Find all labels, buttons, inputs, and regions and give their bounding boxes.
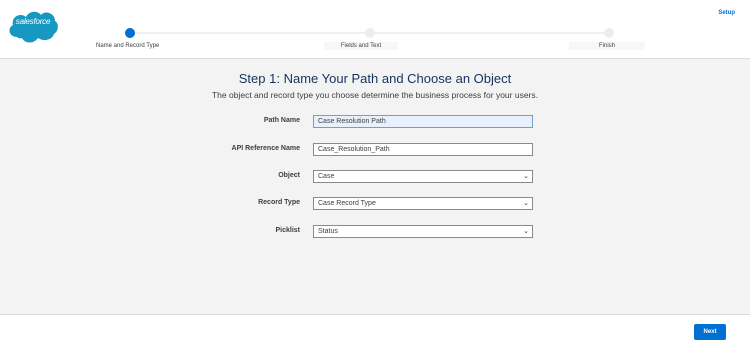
logo-text: salesforce bbox=[15, 17, 51, 26]
record-type-select-value: Case Record Type bbox=[318, 200, 376, 207]
step-2-label: Fields and Text bbox=[324, 42, 398, 50]
step-2-dot[interactable] bbox=[365, 28, 375, 38]
chevron-down-icon: ⌄ bbox=[523, 200, 529, 207]
path-name-input[interactable]: Case Resolution Path bbox=[313, 115, 533, 128]
progress-track bbox=[375, 32, 605, 34]
object-label: Object bbox=[278, 172, 300, 179]
header: salesforce Setup Name and Record Type Fi… bbox=[0, 0, 750, 59]
object-select[interactable]: Case ⌄ bbox=[313, 170, 533, 183]
next-button[interactable]: Next bbox=[694, 324, 726, 340]
setup-link[interactable]: Setup bbox=[718, 10, 735, 16]
footer: Next bbox=[0, 314, 750, 351]
step-3-dot[interactable] bbox=[604, 28, 614, 38]
salesforce-logo bbox=[9, 11, 58, 43]
api-reference-name-input[interactable]: Case_Resolution_Path bbox=[313, 143, 533, 156]
record-type-select[interactable]: Case Record Type ⌄ bbox=[313, 197, 533, 210]
picklist-select-value: Status bbox=[318, 228, 338, 235]
picklist-label: Picklist bbox=[275, 227, 300, 234]
progress-track bbox=[125, 32, 370, 34]
step-1-label: Name and Record Type bbox=[96, 43, 160, 49]
api-reference-name-label: API Reference Name bbox=[231, 145, 300, 152]
page-subtitle: The object and record type you choose de… bbox=[211, 90, 538, 100]
page-title: Step 1: Name Your Path and Choose an Obj… bbox=[238, 71, 512, 86]
chevron-down-icon: ⌄ bbox=[523, 228, 529, 235]
path-name-label: Path Name bbox=[263, 117, 300, 124]
object-select-value: Case bbox=[318, 173, 335, 180]
step-3-label: Finish bbox=[569, 42, 645, 50]
step-1-dot[interactable] bbox=[125, 28, 135, 38]
record-type-label: Record Type bbox=[258, 199, 300, 206]
chevron-down-icon: ⌄ bbox=[523, 173, 529, 180]
picklist-select[interactable]: Status ⌄ bbox=[313, 225, 533, 238]
